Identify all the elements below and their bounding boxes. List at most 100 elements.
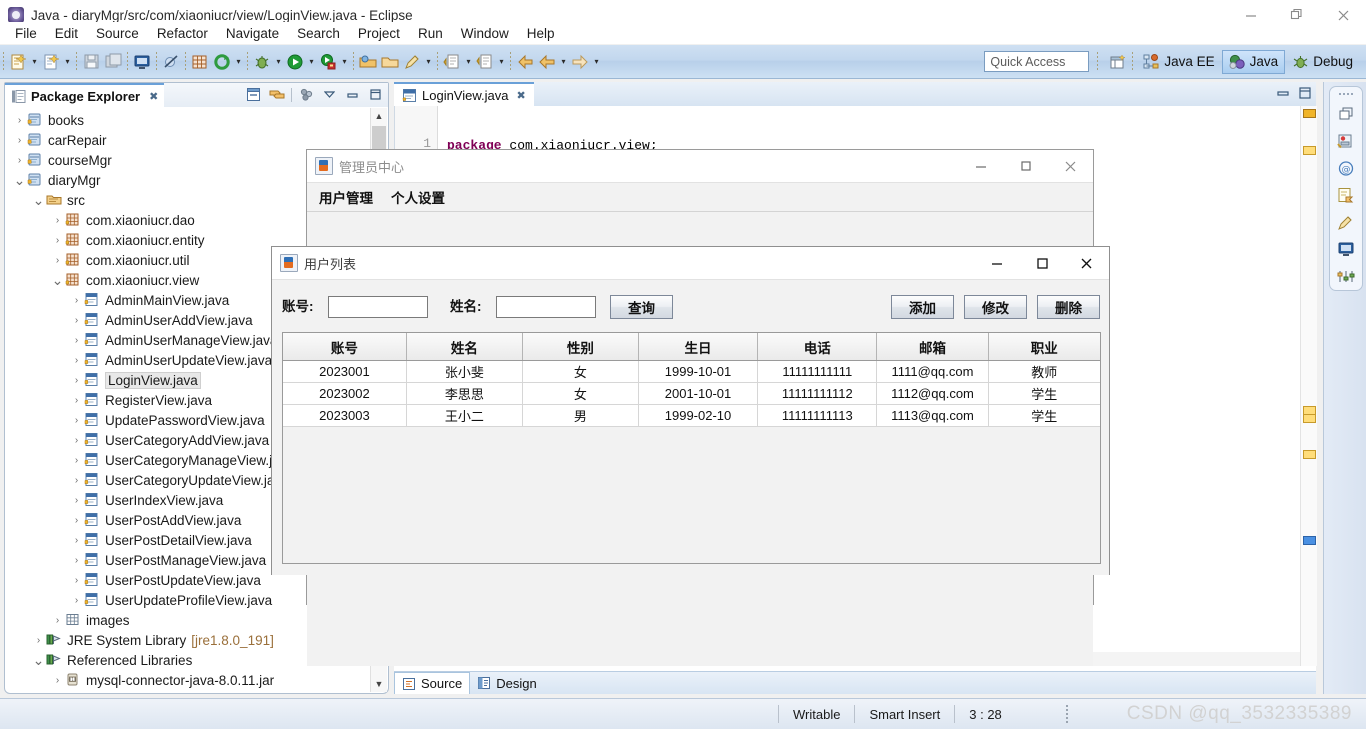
scroll-down-icon[interactable]: ▼ [371, 676, 387, 692]
search-button[interactable]: 查询 [610, 295, 673, 319]
close-icon[interactable]: ✖ [517, 89, 526, 102]
quick-access-input[interactable]: Quick Access [984, 51, 1090, 72]
table-column-header[interactable]: 账号 [283, 333, 407, 361]
table-row[interactable]: 2023001 张小斐女 1999-10-01 11111111111 1111@qq.… [283, 360, 1100, 383]
view-menu-chevron-icon[interactable] [321, 86, 338, 103]
table-cell[interactable]: 1111@qq.com [876, 360, 989, 383]
console-view-icon[interactable] [1336, 239, 1356, 259]
back-dropdown-icon[interactable]: ▾ [558, 51, 569, 73]
chevron-right-icon[interactable]: › [69, 495, 84, 506]
chevron-right-icon[interactable]: › [69, 595, 84, 606]
menu-file[interactable]: File [6, 24, 46, 43]
menu-window[interactable]: Window [452, 24, 518, 43]
table-cell[interactable]: 张小斐 [406, 360, 523, 383]
admin-minimize-button[interactable] [958, 150, 1003, 182]
chevron-down-icon[interactable]: ⌄ [31, 193, 46, 207]
chevron-right-icon[interactable]: › [69, 335, 84, 346]
user-table-body[interactable]: 2023001 张小斐女 1999-10-01 11111111111 1111@qq.… [283, 360, 1100, 427]
chevron-right-icon[interactable]: › [69, 535, 84, 546]
chevron-right-icon[interactable]: › [69, 295, 84, 306]
tab-source[interactable]: Source [394, 672, 471, 694]
add-button[interactable]: 添加 [891, 295, 954, 319]
chevron-right-icon[interactable]: › [69, 315, 84, 326]
delete-button[interactable]: 删除 [1037, 295, 1100, 319]
user-list-maximize-button[interactable] [1019, 247, 1064, 279]
table-column-header[interactable]: 电话 [757, 333, 878, 361]
table-cell[interactable]: 1999-02-10 [638, 404, 759, 427]
editor-overview-ruler[interactable] [1300, 106, 1317, 666]
palette-view-icon[interactable] [1336, 212, 1356, 232]
run-external-dropdown-icon[interactable]: ▾ [339, 51, 350, 73]
restore-views-icon[interactable] [1336, 104, 1356, 124]
debug-dropdown-icon[interactable]: ▾ [273, 51, 284, 73]
minimize-panel-icon[interactable] [344, 86, 361, 103]
chevron-right-icon[interactable]: › [69, 555, 84, 566]
back-history-icon[interactable] [514, 51, 536, 73]
table-cell[interactable]: 1999-10-01 [638, 360, 759, 383]
chevron-right-icon[interactable]: › [12, 155, 27, 166]
chevron-right-icon[interactable]: › [31, 635, 46, 646]
user-list-minimize-button[interactable] [974, 247, 1019, 279]
table-cell[interactable]: 11111111112 [757, 382, 878, 405]
scroll-up-icon[interactable]: ▲ [371, 108, 387, 124]
status-drag-handle[interactable] [1065, 705, 1068, 723]
table-cell[interactable]: 学生 [988, 382, 1100, 405]
next-annotation-icon[interactable] [441, 51, 463, 73]
refresh-dropdown-icon[interactable]: ▾ [233, 51, 244, 73]
table-cell[interactable]: 2023002 [283, 382, 407, 405]
chevron-right-icon[interactable]: › [69, 375, 84, 386]
open-perspective-icon[interactable] [1107, 51, 1129, 73]
user-list-close-button[interactable] [1064, 247, 1109, 279]
previous-annotation-dropdown-icon[interactable]: ▾ [496, 51, 507, 73]
table-cell[interactable]: 11111111111 [757, 360, 878, 383]
table-cell[interactable]: 李思思 [406, 382, 523, 405]
tab-loginview-java[interactable]: LoginView.java ✖ [394, 82, 534, 106]
minimize-editor-icon[interactable] [1276, 86, 1290, 103]
table-cell[interactable]: 1113@qq.com [876, 404, 989, 427]
chevron-right-icon[interactable]: › [69, 395, 84, 406]
tree-item[interactable]: › 010 mysql-connector-java-8.0.11.jar [6, 670, 370, 690]
chevron-right-icon[interactable]: › [50, 215, 65, 226]
save-all-icon[interactable] [102, 51, 124, 73]
menu-run[interactable]: Run [409, 24, 452, 43]
search-dropdown-icon[interactable]: ▾ [423, 51, 434, 73]
debug-icon[interactable] [251, 51, 273, 73]
back-icon[interactable] [536, 51, 558, 73]
menu-project[interactable]: Project [349, 24, 409, 43]
new-package-icon[interactable] [189, 51, 211, 73]
admin-menu-user-management[interactable]: 用户管理 [319, 187, 373, 207]
refresh-icon[interactable] [211, 51, 233, 73]
account-input[interactable] [328, 296, 428, 318]
table-column-header[interactable]: 邮箱 [876, 333, 989, 361]
skip-breakpoints-icon[interactable] [160, 51, 182, 73]
menu-source[interactable]: Source [87, 24, 148, 43]
new-wizard-icon[interactable] [7, 51, 29, 73]
servers-view-icon[interactable] [1336, 131, 1356, 151]
table-cell[interactable]: 男 [522, 404, 639, 427]
tree-item[interactable]: ⌄ lib [6, 690, 370, 692]
open-resource-icon[interactable] [379, 51, 401, 73]
edit-button[interactable]: 修改 [964, 295, 1027, 319]
chevron-right-icon[interactable]: › [50, 675, 65, 686]
user-table-container[interactable]: 账号 姓名 性别 生日 电话 邮箱 职业 2023001 张小斐女 1999-10-01 1111… [282, 332, 1101, 564]
table-cell[interactable]: 王小二 [406, 404, 523, 427]
run-dropdown-icon[interactable]: ▾ [306, 51, 317, 73]
new-wizard-dropdown-icon[interactable]: ▾ [29, 51, 40, 73]
previous-annotation-icon[interactable] [474, 51, 496, 73]
close-icon[interactable]: ✖ [149, 90, 158, 103]
table-cell[interactable]: 2023003 [283, 404, 407, 427]
chevron-down-icon[interactable]: ⌄ [50, 273, 65, 287]
chevron-right-icon[interactable]: › [69, 415, 84, 426]
perspective-java[interactable]: Java [1221, 49, 1286, 74]
table-row[interactable]: 2023003 王小二男 1999-02-10 11111111113 1113@qq.… [283, 404, 1100, 427]
table-cell[interactable]: 1112@qq.com [876, 382, 989, 405]
forward-icon[interactable] [569, 51, 591, 73]
menu-help[interactable]: Help [518, 24, 564, 43]
maximize-editor-icon[interactable] [1298, 86, 1312, 103]
collapse-all-icon[interactable] [245, 86, 262, 103]
tree-item[interactable]: › carRepair [6, 130, 370, 150]
chevron-right-icon[interactable]: › [69, 355, 84, 366]
maximize-panel-icon[interactable] [367, 86, 384, 103]
table-column-header[interactable]: 职业 [988, 333, 1100, 361]
name-input[interactable] [496, 296, 596, 318]
